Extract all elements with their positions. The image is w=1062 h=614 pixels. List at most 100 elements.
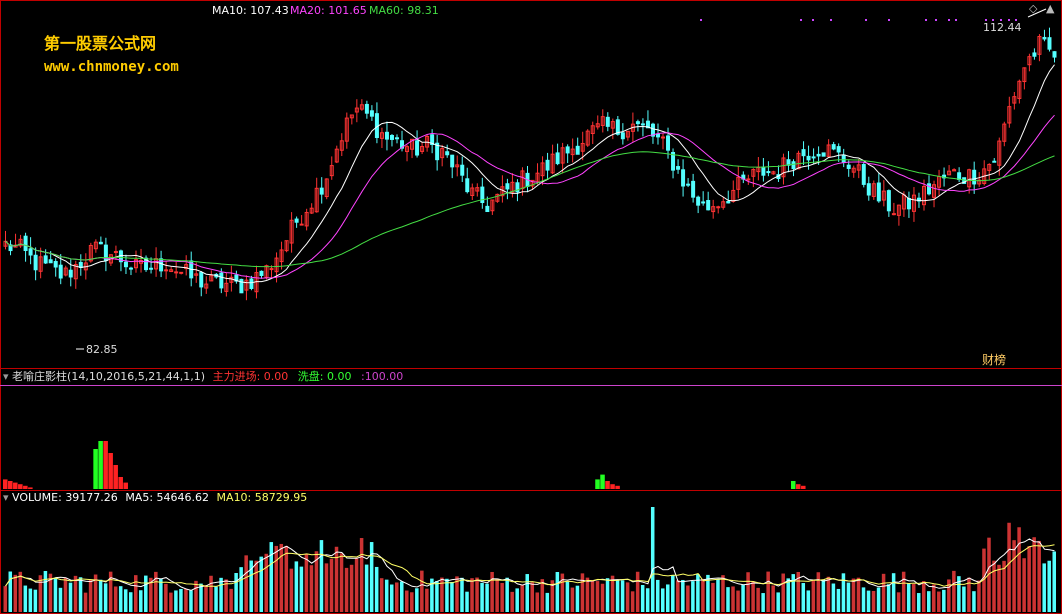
volume-bar — [640, 585, 645, 612]
candle-body — [666, 135, 671, 151]
volume-bar — [630, 591, 635, 612]
volume-bar — [676, 580, 680, 612]
candle-body — [676, 166, 681, 170]
candle-body — [716, 206, 721, 209]
volume-bar — [911, 583, 916, 612]
candle-body — [1047, 37, 1052, 50]
indicator-red-bar — [108, 453, 113, 489]
indicator-green-bar — [595, 479, 600, 489]
candle-body — [906, 197, 911, 210]
volume-bar — [28, 588, 33, 612]
watermark-title: 第一股票公式网 — [44, 34, 157, 53]
volume-ma10: MA10: 58729.95 — [216, 491, 308, 504]
indicator-red-bar — [118, 477, 123, 489]
finance-badge[interactable]: 财榜 — [982, 353, 1006, 367]
diamond-icon[interactable]: ◇ — [1029, 3, 1037, 15]
volume-bar — [259, 556, 263, 612]
candle-body — [1052, 51, 1057, 58]
watermark-url: www.chnmoney.com — [44, 59, 179, 75]
candle-body — [691, 180, 696, 198]
indicator-red-bar — [28, 487, 33, 489]
volume-bar — [73, 575, 78, 612]
volume-bar — [816, 572, 821, 612]
candle-body — [389, 134, 394, 140]
volume-bar — [1007, 522, 1011, 612]
candle-body — [219, 272, 224, 289]
volume-bar — [445, 578, 449, 612]
indicator-red-bar — [8, 481, 13, 489]
volume-bar — [194, 580, 198, 612]
volume-bar — [771, 585, 775, 612]
volume-bar — [861, 587, 866, 612]
volume-bar — [184, 589, 188, 612]
volume-bar — [726, 587, 730, 612]
candle-body — [706, 200, 711, 211]
volume-bar — [244, 555, 248, 612]
candle-body — [726, 200, 731, 204]
volume-bar — [1012, 540, 1016, 612]
volume-bar — [620, 580, 625, 612]
candle-body — [876, 182, 881, 202]
candle-body — [801, 149, 806, 157]
volume-bar — [721, 575, 725, 612]
volume-bar — [43, 570, 48, 612]
volume-ma5: MA5: 54646.62 — [125, 491, 210, 504]
volume-bar — [410, 592, 414, 612]
volume-bar — [942, 589, 946, 612]
chevron-down-icon[interactable]: ▾ — [3, 370, 9, 383]
candle-body — [816, 153, 821, 157]
volume-bar — [118, 586, 123, 612]
candle-body — [861, 164, 866, 185]
candle-body — [369, 110, 374, 117]
volume-bar — [741, 584, 745, 612]
volume-bar — [540, 579, 545, 612]
ma10-line — [5, 64, 1055, 284]
volume-bar — [866, 590, 871, 612]
caret-up-icon[interactable]: ▲ — [1046, 3, 1054, 15]
candle-body — [866, 183, 871, 196]
indicator-red-bar — [605, 481, 610, 489]
volume-bar — [565, 581, 570, 612]
candle-body — [635, 121, 640, 125]
candle-body — [43, 255, 48, 264]
candle-body — [394, 137, 399, 140]
volume-bar — [851, 578, 856, 612]
volume-bar — [68, 582, 73, 612]
candle-body — [761, 166, 766, 176]
volume-bar — [801, 583, 806, 612]
signal-dot — [812, 19, 814, 21]
volume-bar — [515, 588, 519, 612]
candle-body — [384, 131, 389, 140]
candle-body — [123, 261, 128, 268]
volume-bar — [63, 577, 68, 612]
indicator-bars — [3, 441, 806, 489]
candle-body — [806, 155, 811, 161]
volume-bar — [505, 577, 509, 612]
volume-ma10-line — [5, 544, 1055, 587]
candle-body — [821, 152, 826, 157]
indicator-third: :100.00 — [361, 370, 404, 383]
volume-bar — [379, 578, 384, 612]
chevron-down-icon[interactable]: ▾ — [3, 491, 9, 504]
volume-bar — [992, 560, 996, 612]
candle-body — [485, 205, 490, 213]
volume-bar — [761, 593, 765, 612]
volume-bar — [405, 590, 409, 612]
candle-body — [174, 271, 179, 274]
volume-bar — [400, 581, 404, 612]
volume-bar — [625, 582, 630, 612]
candle-body — [841, 154, 846, 164]
candle-body — [269, 268, 274, 271]
volume-bar — [555, 571, 560, 612]
volume-bar — [1042, 563, 1046, 612]
indicator-red-bar — [123, 482, 128, 489]
candle-body — [992, 160, 997, 163]
candle-body — [891, 213, 896, 216]
volume-bar — [580, 573, 585, 612]
candle-body — [886, 190, 891, 212]
volume-bar — [425, 588, 429, 612]
volume-bar — [756, 587, 760, 612]
candle-body — [575, 145, 580, 155]
volume-bar — [666, 584, 670, 612]
volume-bar — [214, 586, 218, 612]
